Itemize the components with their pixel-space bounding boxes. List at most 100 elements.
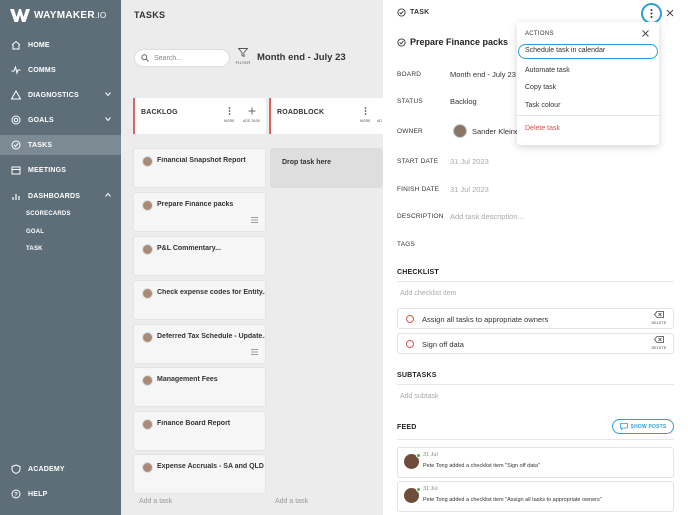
more-vertical-icon xyxy=(228,107,231,115)
filter-icon xyxy=(237,48,249,58)
delete-checklist-button[interactable]: DELETE xyxy=(649,336,669,350)
panel-header: TASK xyxy=(397,8,429,17)
task-card[interactable]: Management Fees xyxy=(133,367,266,407)
brand-name: WAYMAKER.IO xyxy=(34,10,107,21)
divider xyxy=(397,439,674,440)
owner-name: Sander Kleinen xyxy=(472,126,524,136)
task-card[interactable]: Finance Board Report xyxy=(133,411,266,451)
sidebar-item-comms[interactable]: COMMS xyxy=(0,60,121,80)
task-card[interactable]: Expense Accruals - SA and QLD xyxy=(133,454,266,494)
sidebar-item-label: DIAGNOSTICS xyxy=(28,91,79,99)
search-icon xyxy=(141,54,149,62)
start-date-value[interactable]: 31 Jul 2023 xyxy=(450,157,489,166)
show-posts-button[interactable]: SHOW POSTS xyxy=(612,419,674,434)
feed-heading: FEED xyxy=(397,424,417,431)
task-board: TASKS FILTER Month end - July 23 BACKLOG… xyxy=(121,0,383,515)
start-date-label: START DATE xyxy=(397,158,439,165)
shield-icon xyxy=(11,464,21,474)
menu-item-automate-task[interactable]: Automate task xyxy=(525,67,570,74)
column-name: BACKLOG xyxy=(141,109,178,116)
sidebar-subitem-task[interactable]: TASK xyxy=(26,246,43,252)
add-checklist-input[interactable]: Add checklist item xyxy=(400,290,456,297)
sidebar-item-home[interactable]: HOME xyxy=(0,35,121,55)
filter-button[interactable]: FILTER xyxy=(235,48,251,65)
sidebar-subitem-goal[interactable]: GOAL xyxy=(26,229,44,235)
task-card[interactable]: P&L Commentary... xyxy=(133,236,266,276)
description-label: DESCRIPTION xyxy=(397,213,444,220)
add-task-link-roadblock[interactable]: Add a task xyxy=(275,498,308,505)
avatar xyxy=(142,288,153,299)
task-card-title: Financial Snapshot Report xyxy=(157,157,246,164)
description-input[interactable]: Add task description... xyxy=(450,212,524,221)
menu-item-delete-task[interactable]: Delete task xyxy=(525,125,560,132)
sidebar-item-label: HOME xyxy=(28,41,50,49)
add-task-link-backlog[interactable]: Add a task xyxy=(139,498,172,505)
sidebar-item-diagnostics[interactable]: DIAGNOSTICS xyxy=(0,85,121,105)
close-icon[interactable] xyxy=(666,9,674,17)
owner-selector[interactable]: Sander Kleinen xyxy=(453,124,523,138)
column-add-task-button[interactable]: ADD TASK xyxy=(243,107,260,123)
feed-date: 31 Jul xyxy=(423,486,438,492)
brand[interactable]: WAYMAKER.IO xyxy=(10,9,107,22)
sidebar-item-label: DASHBOARDS xyxy=(28,192,81,200)
sidebar-item-label: TASKS xyxy=(28,141,53,149)
chevron-down-icon xyxy=(105,92,111,97)
menu-item-task-colour[interactable]: Task colour xyxy=(525,102,560,109)
svg-text:?: ? xyxy=(14,493,18,499)
actions-menu: ACTIONS Schedule task in calendar Automa… xyxy=(517,22,659,145)
task-card[interactable]: Check expense codes for Entity... xyxy=(133,280,266,320)
sidebar-item-label: ACADEMY xyxy=(28,465,65,473)
sidebar-item-help[interactable]: ? HELP xyxy=(0,484,121,504)
menu-item-copy-task[interactable]: Copy task xyxy=(525,84,556,91)
sidebar-item-tasks[interactable]: TASKS xyxy=(0,135,121,155)
task-card[interactable]: Deferred Tax Schedule - Update... xyxy=(133,324,266,364)
delete-checklist-button[interactable]: DELETE xyxy=(649,311,669,325)
actions-menu-title: ACTIONS xyxy=(525,31,554,37)
help-icon: ? xyxy=(11,489,21,499)
chevron-down-icon xyxy=(105,117,111,122)
task-card-title: Check expense codes for Entity... xyxy=(157,289,265,296)
sidebar-item-meetings[interactable]: MEETINGS xyxy=(0,160,121,180)
task-card[interactable]: Financial Snapshot Report xyxy=(133,148,266,188)
checkbox[interactable] xyxy=(406,315,414,323)
chat-bubble-icon xyxy=(619,423,628,430)
avatar xyxy=(142,200,153,211)
board-period-selector[interactable]: Month end - July 23 xyxy=(257,52,346,63)
checklist-lines-icon xyxy=(251,349,258,355)
sidebar-subitem-scorecards[interactable]: SCORECARDS xyxy=(26,211,71,217)
finish-date-value[interactable]: 31 Jul 2023 xyxy=(450,185,489,194)
filter-label: FILTER xyxy=(235,60,251,65)
task-card-title: P&L Commentary... xyxy=(157,245,221,252)
checklist-item: Assign all tasks to appropriate owners D… xyxy=(397,308,674,329)
sidebar: WAYMAKER.IO HOME COMMS DIAGNOSTICS GOALS… xyxy=(0,0,121,515)
sidebar-item-dashboards[interactable]: DASHBOARDS xyxy=(0,186,121,206)
board-value[interactable]: Month end - July 23 xyxy=(450,70,516,79)
more-vertical-icon xyxy=(650,9,653,18)
task-card-title: Expense Accruals - SA and QLD xyxy=(157,463,264,470)
column-more-button[interactable]: MORE xyxy=(360,107,371,123)
page-title: TASKS xyxy=(134,10,166,20)
task-actions-button[interactable] xyxy=(641,3,662,24)
search-box[interactable] xyxy=(134,49,230,67)
task-card[interactable]: Prepare Finance packs xyxy=(133,192,266,232)
sidebar-item-academy[interactable]: ACADEMY xyxy=(0,459,121,479)
check-circle-icon[interactable] xyxy=(397,37,406,47)
add-subtask-input[interactable]: Add subtask xyxy=(400,393,439,400)
finish-date-label: FINISH DATE xyxy=(397,186,440,193)
task-title[interactable]: Prepare Finance packs xyxy=(397,37,508,47)
search-input[interactable] xyxy=(154,54,224,62)
feed-item: 31 Jul Pete Tong added a checklist item … xyxy=(397,481,674,512)
avatar xyxy=(142,462,153,473)
sidebar-item-goals[interactable]: GOALS xyxy=(0,110,121,130)
task-card-title: Deferred Tax Schedule - Update... xyxy=(157,333,265,340)
column-more-button[interactable]: MORE xyxy=(224,107,235,123)
warning-icon xyxy=(11,90,21,100)
checkbox[interactable] xyxy=(406,340,414,348)
status-value[interactable]: Backlog xyxy=(450,97,477,106)
sidebar-item-label: MEETINGS xyxy=(28,166,67,174)
drop-zone[interactable]: Drop task here xyxy=(270,148,383,188)
column-add-task-button[interactable]: AD xyxy=(377,107,382,123)
menu-item-schedule-in-calendar[interactable]: Schedule task in calendar xyxy=(518,44,658,59)
column-name: ROADBLOCK xyxy=(277,109,325,116)
close-icon[interactable] xyxy=(642,30,649,37)
